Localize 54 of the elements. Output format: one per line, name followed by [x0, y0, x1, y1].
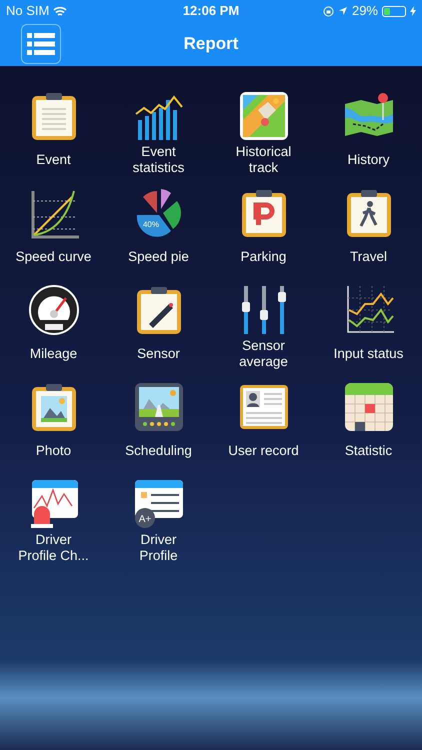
lock-rotation-icon: [322, 6, 334, 16]
report-label: Event: [35, 151, 72, 169]
report-label: Mileage: [28, 345, 78, 363]
report-label: Parking: [240, 248, 288, 266]
carrier-text: No SIM: [6, 2, 50, 20]
page-title: Report: [184, 33, 238, 56]
report-label: Photo: [34, 442, 72, 460]
report-label: Event statistics: [132, 144, 186, 176]
report-tile[interactable]: Input status: [316, 284, 421, 377]
percent-text: 40%: [142, 220, 158, 229]
menu-button[interactable]: [21, 24, 61, 64]
report-tile[interactable]: Sensor: [106, 284, 211, 377]
report-tile[interactable]: Sensor average: [211, 284, 316, 377]
wifi-icon: [53, 6, 68, 16]
report-tile[interactable]: Travel: [316, 187, 421, 280]
report-label: Travel: [348, 248, 388, 266]
list-icon: [27, 32, 55, 56]
report-tile[interactable]: History: [316, 90, 421, 183]
report-label: User record: [227, 442, 300, 460]
calendar-grid-icon: [342, 381, 394, 433]
report-tile[interactable]: Event statistics: [106, 90, 211, 183]
grade-badge: [134, 508, 154, 528]
report-label: Speed pie: [127, 248, 190, 266]
report-label: Statistic: [344, 442, 394, 460]
report-label: Scheduling: [124, 442, 193, 460]
report-label: Speed curve: [16, 248, 92, 266]
report-tile[interactable]: Speed curve: [1, 187, 106, 280]
clock-text: 12:06 PM: [182, 2, 240, 20]
report-tile[interactable]: Historical track: [211, 90, 316, 183]
report-tile[interactable]: 40% Speed pie: [106, 187, 211, 280]
report-tile[interactable]: User record: [211, 381, 316, 474]
report-tile[interactable]: Driver Profile Ch...: [1, 478, 106, 571]
gauge-icon: [28, 284, 80, 336]
report-label: Historical track: [234, 144, 292, 176]
report-label: Driver Profile: [138, 532, 179, 564]
location-arrow-icon: [338, 6, 348, 16]
report-tile[interactable]: Photo: [1, 381, 106, 474]
report-tile[interactable]: Scheduling: [106, 381, 211, 474]
report-tile[interactable]: A+ Driver Profile: [106, 478, 211, 571]
report-tile[interactable]: Event: [1, 90, 106, 183]
report-label: Sensor: [136, 345, 181, 363]
pie-chart-icon: [136, 189, 180, 237]
charging-bolt-icon: [410, 6, 416, 16]
report-label: Input status: [332, 345, 404, 363]
grade-text: A+: [138, 514, 151, 525]
battery-text: 29%: [352, 2, 378, 20]
road-screen-icon: [132, 381, 184, 433]
report-label: Driver Profile Ch...: [17, 532, 90, 564]
report-tile[interactable]: Statistic: [316, 381, 421, 474]
report-label: History: [346, 151, 390, 169]
report-tile[interactable]: Parking: [211, 187, 316, 280]
route-map-icon: [238, 90, 290, 142]
report-tile[interactable]: Mileage: [1, 284, 106, 377]
report-label: Sensor average: [238, 338, 289, 370]
